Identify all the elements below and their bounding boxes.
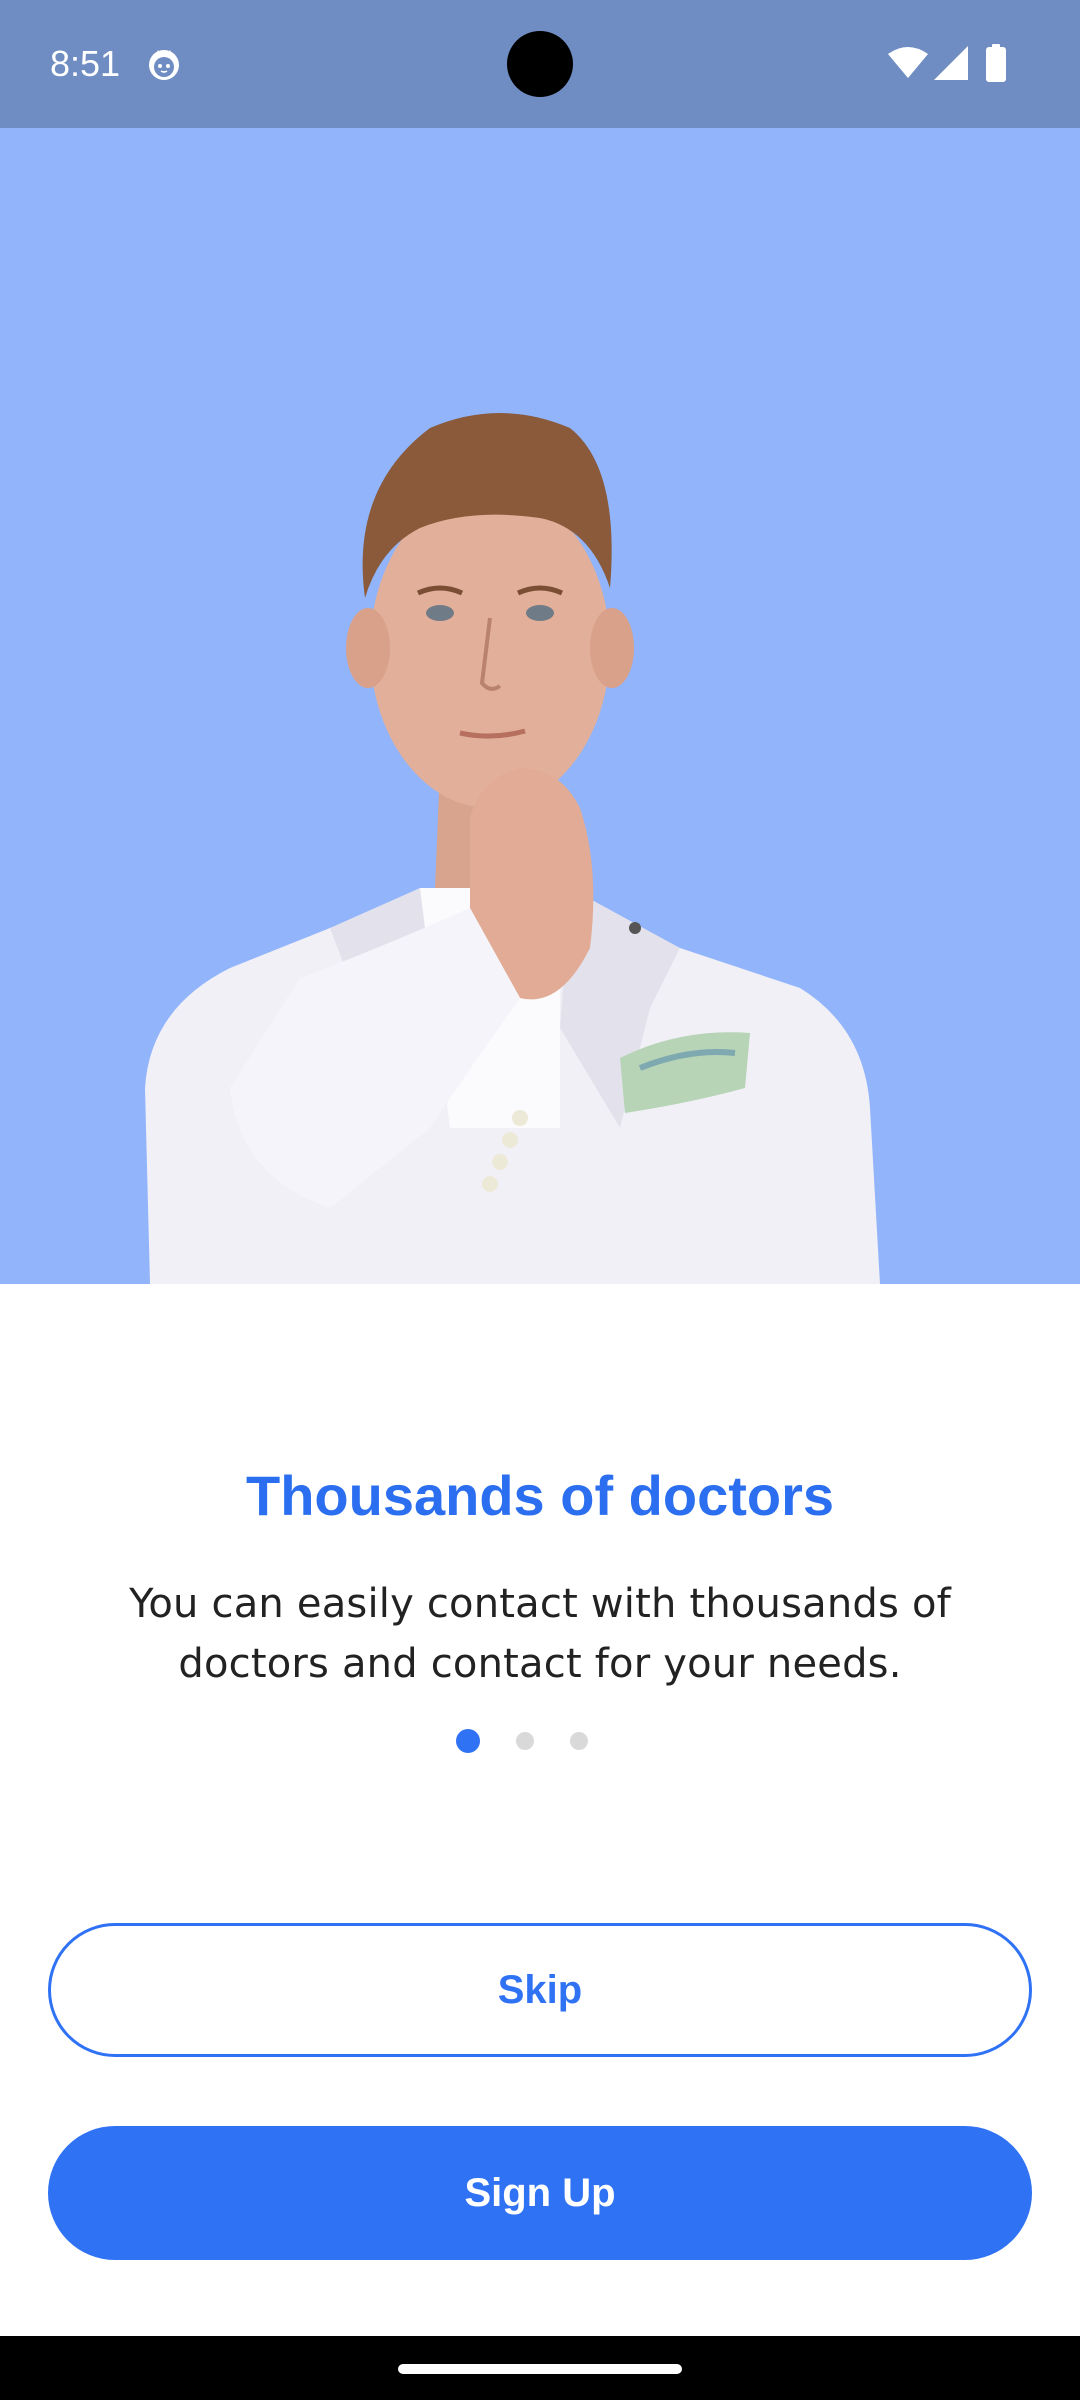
- sign-up-button[interactable]: Sign Up: [48, 2126, 1032, 2260]
- doctor-portrait-illustration: [145, 413, 880, 1284]
- doctor-hero-image: [0, 128, 1080, 1284]
- cat-face-icon: [149, 50, 179, 80]
- page-dot-2[interactable]: [516, 1732, 534, 1750]
- home-gesture-handle[interactable]: [398, 2364, 682, 2374]
- page-indicator: [0, 1729, 1080, 1753]
- page-dot-3[interactable]: [570, 1732, 588, 1750]
- cell-signal-icon: [934, 46, 968, 80]
- battery-icon: [986, 44, 1006, 82]
- status-bar: 8:51: [0, 0, 1080, 128]
- onboarding-description: You can easily contact with thousands of…: [129, 1581, 951, 1687]
- onboarding-screen: 8:51 Thousands of doctors You can easily…: [0, 0, 1080, 2400]
- skip-button-label: Skip: [497, 1967, 583, 2012]
- status-time: 8:51: [50, 43, 121, 84]
- navigation-bar: [0, 2336, 1080, 2400]
- sign-up-button-label: Sign Up: [464, 2170, 616, 2215]
- onboarding-title: Thousands of doctors: [246, 1464, 834, 1527]
- page-dot-1-active[interactable]: [456, 1729, 480, 1753]
- camera-cutout: [507, 31, 573, 97]
- wifi-icon: [888, 47, 928, 78]
- skip-button[interactable]: Skip: [48, 1923, 1032, 2057]
